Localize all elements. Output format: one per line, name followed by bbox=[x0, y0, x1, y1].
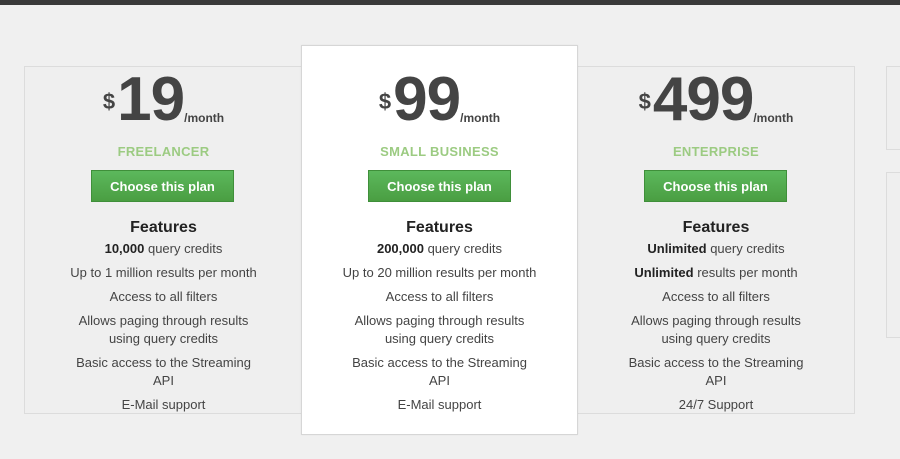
price-amount: 19 bbox=[117, 65, 185, 134]
feature-text: E-Mail support bbox=[121, 397, 206, 412]
features-title: Features bbox=[130, 219, 197, 236]
price-currency: $ bbox=[638, 89, 651, 114]
feature-item: Up to 1 million results per month bbox=[25, 264, 302, 282]
feature-item: Basic access to the Streaming API bbox=[302, 354, 577, 390]
partial-card bbox=[886, 172, 900, 338]
feature-item: 10,000 query credits bbox=[25, 240, 302, 258]
feature-item: 24/7 Support bbox=[578, 396, 854, 414]
plan-name: FREELANCER bbox=[117, 144, 210, 159]
price-amount: 499 bbox=[652, 65, 754, 134]
feature-text: Access to all filters bbox=[385, 289, 494, 304]
feature-item: Allows paging through results using quer… bbox=[25, 312, 302, 348]
price: $ 499 /month bbox=[578, 69, 854, 131]
feature-highlight: 10,000 bbox=[104, 241, 145, 256]
feature-text: Access to all filters bbox=[109, 289, 218, 304]
feature-text: query credits bbox=[423, 241, 503, 256]
feature-item: Access to all filters bbox=[302, 288, 577, 306]
feature-item: Up to 20 million results per month bbox=[302, 264, 577, 282]
feature-item: Allows paging through results using quer… bbox=[302, 312, 577, 348]
features-title: Features bbox=[682, 219, 750, 236]
price: $ 19 /month bbox=[25, 69, 302, 131]
price: $ 99 /month bbox=[302, 69, 577, 131]
feature-text: Basic access to the Streaming API bbox=[76, 355, 251, 388]
features-title: Features bbox=[406, 219, 473, 236]
feature-text: query credits bbox=[144, 241, 223, 256]
feature-text: E-Mail support bbox=[397, 397, 482, 412]
feature-text: query credits bbox=[706, 241, 785, 256]
feature-text: results per month bbox=[693, 265, 798, 280]
feature-highlight: Unlimited bbox=[647, 241, 707, 256]
feature-text: Up to 1 million results per month bbox=[70, 265, 257, 280]
feature-item: Basic access to the Streaming API bbox=[25, 354, 302, 390]
choose-plan-button[interactable]: Choose this plan bbox=[91, 170, 234, 202]
partial-card bbox=[886, 66, 900, 150]
features-list: 200,000 query credits Up to 20 million re… bbox=[302, 240, 577, 420]
pricing-card-enterprise: $ 499 /month ENTERPRISE Choose this plan… bbox=[577, 66, 855, 414]
feature-text: Allows paging through results using quer… bbox=[78, 313, 249, 346]
feature-highlight: 200,000 bbox=[376, 241, 424, 256]
feature-item: Unlimited results per month bbox=[578, 264, 854, 282]
top-bar bbox=[0, 0, 900, 5]
feature-item: E-Mail support bbox=[302, 396, 577, 414]
feature-item: Access to all filters bbox=[25, 288, 302, 306]
feature-text: Basic access to the Streaming API bbox=[352, 355, 527, 388]
choose-plan-button[interactable]: Choose this plan bbox=[644, 170, 787, 202]
price-currency: $ bbox=[102, 89, 116, 114]
price-amount: 99 bbox=[393, 65, 461, 134]
feature-text: Up to 20 million results per month bbox=[342, 265, 537, 280]
features-list: 10,000 query credits Up to 1 million resu… bbox=[25, 240, 302, 420]
feature-text: Allows paging through results using quer… bbox=[631, 313, 801, 346]
plan-name: SMALL BUSINESS bbox=[380, 144, 499, 159]
feature-text: 24/7 Support bbox=[678, 397, 754, 412]
price-currency: $ bbox=[378, 89, 392, 114]
feature-highlight: Unlimited bbox=[634, 265, 694, 280]
price-period: /month bbox=[753, 111, 794, 125]
price-period: /month bbox=[460, 111, 501, 125]
feature-text: Basic access to the Streaming API bbox=[628, 355, 804, 388]
feature-text: Allows paging through results using quer… bbox=[354, 313, 525, 346]
features-list: Unlimited query credits Unlimited results… bbox=[578, 240, 854, 420]
plan-name: ENTERPRISE bbox=[672, 144, 760, 159]
feature-item: Unlimited query credits bbox=[578, 240, 854, 258]
feature-text: Access to all filters bbox=[662, 289, 770, 304]
feature-item: 200,000 query credits bbox=[302, 240, 577, 258]
feature-item: Allows paging through results using quer… bbox=[578, 312, 854, 348]
feature-item: Access to all filters bbox=[578, 288, 854, 306]
feature-item: Basic access to the Streaming API bbox=[578, 354, 854, 390]
feature-item: E-Mail support bbox=[25, 396, 302, 414]
pricing-card-small-business: $ 99 /month SMALL BUSINESS Choose this p… bbox=[301, 45, 578, 435]
choose-plan-button[interactable]: Choose this plan bbox=[368, 170, 511, 202]
pricing-card-freelancer: $ 19 /month FREELANCER Choose this plan … bbox=[24, 66, 303, 414]
price-period: /month bbox=[184, 111, 225, 125]
